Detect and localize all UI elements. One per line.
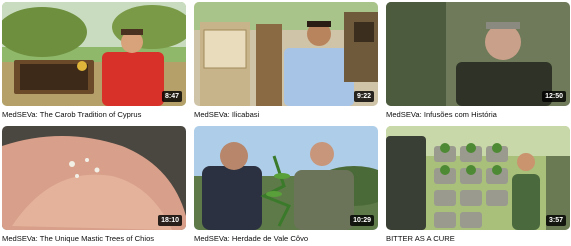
- video-thumbnail[interactable]: 18:10: [2, 126, 186, 230]
- video-thumbnail[interactable]: 10:29: [194, 126, 378, 230]
- video-card[interactable]: 9:22 MedSEVa: Ilicabasi: [194, 2, 378, 122]
- video-duration: 9:22: [353, 91, 374, 102]
- video-card[interactable]: 10:29 MedSEVa: Herdade de Vale Côvo: [194, 126, 378, 246]
- video-title[interactable]: BITTER AS A CURE: [386, 234, 570, 244]
- video-title[interactable]: MedSEVa: Infusões com História: [386, 110, 570, 120]
- video-card[interactable]: 12:50 MedSEVa: Infusões com História: [386, 2, 570, 122]
- thumbnail-image: [2, 2, 186, 106]
- thumbnail-image: [194, 2, 378, 106]
- video-card[interactable]: 8:47 MedSEVa: The Carob Tradition of Cyp…: [2, 2, 186, 122]
- video-thumbnail[interactable]: 9:22: [194, 2, 378, 106]
- video-duration: 8:47: [161, 91, 182, 102]
- video-thumbnail[interactable]: 8:47: [2, 2, 186, 106]
- thumbnail-image: [386, 126, 570, 230]
- video-duration: 10:29: [350, 215, 374, 226]
- video-duration: 12:50: [542, 91, 566, 102]
- video-title[interactable]: MedSEVa: The Carob Tradition of Cyprus: [2, 110, 186, 120]
- video-card[interactable]: 18:10 MedSEVa: The Unique Mastic Trees o…: [2, 126, 186, 246]
- video-thumbnail[interactable]: 3:57: [386, 126, 570, 230]
- video-title[interactable]: MedSEVa: Ilicabasi: [194, 110, 378, 120]
- video-duration: 3:57: [545, 215, 566, 226]
- video-title[interactable]: MedSEVa: The Unique Mastic Trees of Chio…: [2, 234, 186, 244]
- video-card[interactable]: 3:57 BITTER AS A CURE: [386, 126, 570, 246]
- video-title[interactable]: MedSEVa: Herdade de Vale Côvo: [194, 234, 378, 244]
- video-duration: 18:10: [158, 215, 182, 226]
- video-thumbnail[interactable]: 12:50: [386, 2, 570, 106]
